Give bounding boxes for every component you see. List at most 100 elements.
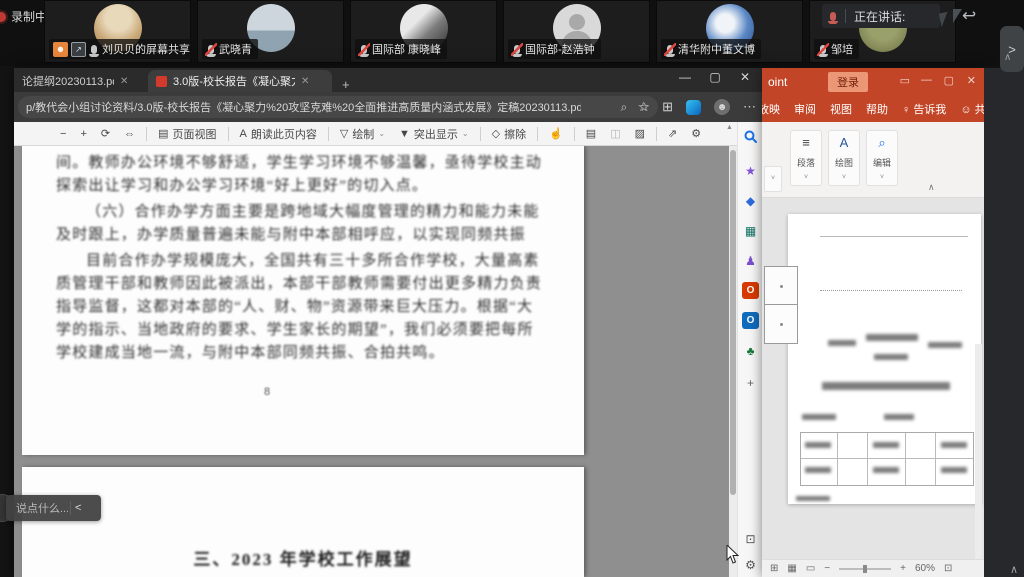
sidebar-add-icon[interactable]: + (742, 374, 759, 391)
profile-avatar[interactable]: ☻ (714, 99, 730, 115)
pdf-scrollbar-thumb[interactable] (730, 150, 736, 495)
speaking-label: 正在讲话: (854, 8, 905, 25)
ppt-close-button[interactable]: ✕ (967, 74, 976, 87)
sidebar-search-icon[interactable] (742, 128, 759, 145)
participant-tile[interactable]: 武晓青 (197, 0, 344, 63)
pdf-toolbar: − + ⟳ ⇔ ▤页面视图 A朗读此页内容 ▽绘制⌄ ▼突出显示⌄ ◇擦除 ☝ … (14, 122, 737, 146)
print-icon[interactable]: ▤ (586, 127, 596, 140)
zoom-out-button[interactable]: − (60, 128, 66, 140)
sidebar-tree-icon[interactable]: ♣ (742, 342, 759, 359)
normal-view-icon[interactable]: ⊞ (770, 563, 778, 574)
sidebar-outlook-icon[interactable]: O (742, 312, 759, 329)
chat-collapse-button[interactable]: < (75, 502, 81, 514)
participant-tile[interactable]: 清华附中董文博 (656, 0, 803, 63)
sidebar-office-icon[interactable]: O (742, 282, 759, 299)
screen: 录制中 ☻ ↗ 刘贝贝的屏幕共享 武晓青 国际部 康晓峰 (0, 0, 1024, 577)
tab-review[interactable]: 审阅 (794, 101, 816, 117)
editing-icon: ⌕ (878, 135, 885, 151)
zoom-out-icon[interactable]: − (824, 563, 830, 574)
close-tab-icon[interactable]: ✕ (120, 76, 128, 87)
fit-width-button[interactable]: ⇔ (124, 128, 135, 140)
speaking-mic-icon (830, 12, 836, 21)
scroll-up-nub-icon[interactable]: ▲ (726, 124, 733, 131)
erase-button[interactable]: ◇擦除 (492, 126, 526, 142)
doc-line: 学的指示、当地政府的要求、学生家长的期望”，我们必须要把每所 (56, 319, 532, 342)
read-aloud-button[interactable]: A朗读此页内容 (240, 126, 317, 142)
tab-share[interactable]: ☺ 共享 (960, 101, 984, 117)
pdf-scrollbar[interactable] (729, 146, 737, 577)
fullscreen-icon[interactable]: ⇗ (668, 127, 677, 140)
pdf-viewport[interactable]: 间。教师办公环境不够舒适，学生学习环境不够温馨，亟待学校主动 探索出让学习和办公… (14, 146, 737, 577)
zoom-page-icon[interactable]: ⌕ (621, 100, 628, 115)
sidebar-settings-icon[interactable]: ⚙ (742, 556, 759, 573)
minimize-button[interactable]: — (670, 70, 700, 84)
tab-view[interactable]: 视图 (830, 101, 852, 117)
mouse-cursor (726, 545, 740, 570)
sidebar-shopping-icon[interactable]: ◆ (742, 192, 759, 209)
speaking-indicator: 正在讲话: (822, 4, 940, 28)
corner-collapse-icon[interactable]: ∧ (1010, 563, 1018, 576)
page-view-button[interactable]: ▤页面视图 (158, 126, 216, 142)
close-button[interactable]: ✕ (730, 70, 760, 84)
new-tab-button[interactable]: + (342, 77, 350, 92)
ppt-maximize-button[interactable]: ▢ (944, 74, 954, 87)
zoom-in-icon[interactable]: + (900, 563, 906, 574)
edge-discover-icon[interactable] (686, 100, 701, 115)
ribbon-cut-group[interactable]: ˅ (764, 166, 782, 192)
zoom-slider[interactable] (839, 568, 891, 570)
editing-group-button[interactable]: ⌕ 编辑 ˅ (866, 130, 898, 186)
mic-muted-icon (208, 45, 214, 54)
slide-blur-text (802, 414, 836, 420)
drawing-group-button[interactable]: A 绘图 ˅ (828, 130, 860, 186)
tab-tellme[interactable]: ♀ 告诉我 (902, 101, 946, 117)
zoom-in-button[interactable]: + (80, 128, 86, 140)
zoom-level[interactable]: 60% (915, 563, 935, 574)
close-tab-icon[interactable]: ✕ (301, 76, 309, 87)
draw-button[interactable]: ▽绘制⌄ (340, 126, 385, 142)
chat-input[interactable]: 说点什么... < (6, 495, 101, 521)
slide-rule-line (820, 236, 968, 237)
tab-title: 3.0版-校长报告《凝心聚力 攻坚 (173, 73, 295, 89)
rotate-button[interactable]: ⟳ (101, 127, 110, 140)
participants-scroll-button[interactable]: > (1000, 26, 1024, 72)
participant-tile[interactable]: ☻ ↗ 刘贝贝的屏幕共享 (44, 0, 191, 63)
sidebar-games-icon[interactable]: ♟ (742, 252, 759, 269)
reading-view-icon[interactable]: ▭ (806, 563, 815, 574)
sign-in-button[interactable]: 登录 (828, 72, 868, 92)
page-number: 8 (22, 386, 512, 398)
strip-collapse-icon[interactable]: ∧ (1004, 52, 1011, 63)
highlight-button[interactable]: ▼突出显示⌄ (399, 126, 469, 142)
participant-badge: 清华附中董文博 (661, 39, 761, 59)
save-as-icon[interactable]: ▨ (635, 127, 645, 140)
ribbon-collapse-icon[interactable]: ∧ (928, 182, 935, 193)
screen-share-icon: ↗ (71, 42, 86, 57)
sidebar-tools-icon[interactable]: ▦ (742, 222, 759, 239)
participant-badge: ☻ ↗ 刘贝贝的屏幕共享 (49, 39, 196, 59)
address-bar[interactable]: p/教代会小组讨论资料/3.0版-校长报告《凝心聚力%20攻坚克难%20全面推进… (18, 96, 658, 118)
ppt-minimize-button[interactable]: — (921, 74, 932, 86)
ppt-slide-area[interactable] (762, 198, 984, 577)
paragraph-group-button[interactable]: ≡ 段落 ˅ (790, 130, 822, 186)
pdf-settings-icon[interactable]: ⚙ (691, 127, 701, 140)
participant-tile[interactable]: 国际部-赵浩钟 (503, 0, 650, 63)
sidebar-toggle-icon[interactable]: ⊡ (742, 530, 759, 547)
ribbon-options-icon[interactable]: ▭ (900, 74, 910, 87)
favorites-icon[interactable]: ☆ (637, 99, 649, 115)
tab-background[interactable]: 论提纲20230113.pdf ✕ (14, 70, 148, 92)
fit-slide-icon[interactable]: ⊡ (944, 563, 952, 574)
tab-help[interactable]: 帮助 (866, 101, 888, 117)
edge-sidebar: ★ ◆ ▦ ♟ O O ♣ + ⊡ ⚙ (737, 122, 762, 577)
tab-active[interactable]: 3.0版-校长报告《凝心聚力 攻坚 ✕ (148, 70, 332, 92)
tab-slideshow[interactable]: 放映 (762, 101, 780, 117)
ppt-scrollbar[interactable] (975, 344, 982, 577)
maximize-button[interactable]: ▢ (700, 70, 730, 84)
sidebar-discover-icon[interactable]: ★ (742, 162, 759, 179)
participant-badge: 邹培 (814, 39, 859, 59)
participant-tile[interactable]: 国际部 康晓峰 (350, 0, 497, 63)
browser-menu-icon[interactable]: ⋯ (743, 99, 756, 115)
slide-sorter-icon[interactable]: ▦ (787, 563, 796, 574)
zoom-slider-knob[interactable] (863, 565, 867, 573)
edge-browser-window: 论提纲20230113.pdf ✕ 3.0版-校长报告《凝心聚力 攻坚 ✕ + … (14, 68, 762, 577)
undo-arrow-icon[interactable]: ↩ (962, 6, 976, 26)
collections-icon[interactable]: ⊞ (662, 99, 673, 115)
